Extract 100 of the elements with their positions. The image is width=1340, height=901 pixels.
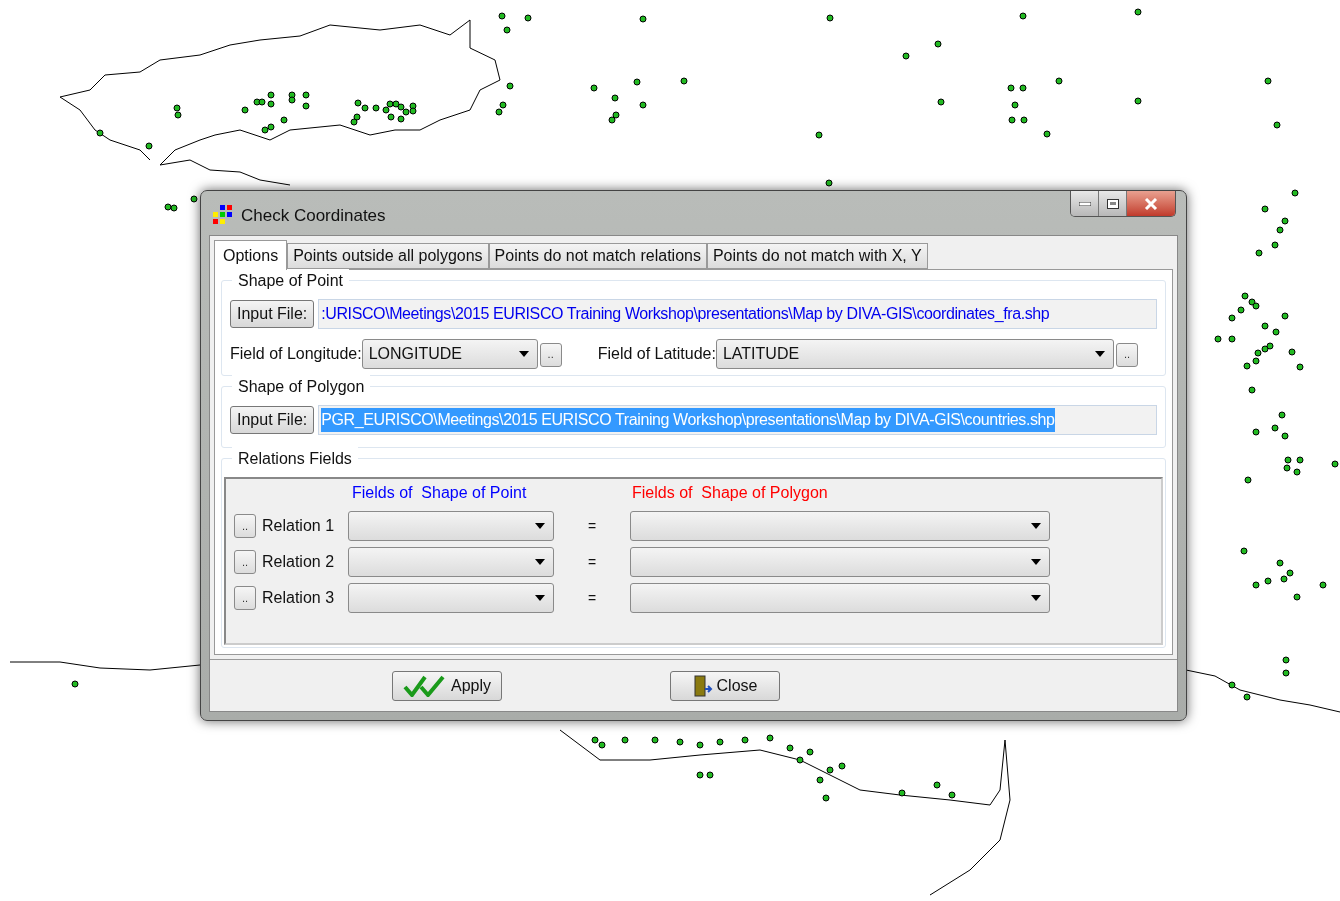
map-point-marker [503,26,511,34]
map-point-marker [633,78,641,86]
map-point-marker [1020,116,1028,124]
map-point-marker [898,789,906,797]
map-point-marker [696,741,704,749]
column-heading: Fields of Shape of Point [352,483,528,503]
map-point-marker [190,195,198,203]
map-point-marker [1261,322,1269,330]
map-point-marker [498,12,506,20]
map-point-marker [639,101,647,109]
map-point-marker [1255,249,1263,257]
column-heading: Fields of Shape of Polygon [632,483,828,503]
browse-button[interactable]: .. [539,342,562,367]
longitude-dropdown[interactable]: LONGITUDE [361,339,538,369]
dropdown-arrow-icon [518,351,529,357]
relation-label: Relation 1 [262,516,336,536]
map-point-marker [1011,101,1019,109]
minimize-icon [1078,201,1091,206]
map-point-marker [934,40,942,48]
map-point-marker [1291,189,1299,197]
map-point-marker [1008,116,1016,124]
map-point-marker [1248,386,1256,394]
map-point-marker [1055,77,1063,85]
map-point-marker [786,744,794,752]
map-point-marker [1134,97,1142,105]
door-icon [692,674,713,697]
map-point-marker [639,15,647,23]
point-field-dropdown[interactable] [348,583,554,613]
dropdown-arrow-icon [1094,351,1105,357]
dropdown-arrow-icon [535,595,545,601]
map-point-marker [96,129,104,137]
tab[interactable]: Points do not match with X, Y [706,243,928,269]
map-point-marker [1271,424,1279,432]
dropdown-arrow-icon [1031,595,1041,601]
map-point-marker [145,142,153,150]
map-point-marker [1019,12,1027,20]
map-point-marker [1293,468,1301,476]
map-point-marker [241,106,249,114]
input-file-button[interactable]: Input File: [230,300,315,328]
tab[interactable]: Options [214,240,288,270]
map-point-marker [1240,547,1248,555]
tab[interactable]: Points outside all polygons [287,243,489,269]
map-point-marker [948,791,956,799]
equals-sign: = [586,552,598,572]
map-point-marker [1243,693,1251,701]
map-point-marker [1228,335,1236,343]
file-path-field[interactable]: :URISCO\Meetings\2015 EURISCO Training Workshop\presentations\Map by DIVA-GIS\coordinates_fra.shp [318,299,1157,329]
latitude-dropdown[interactable]: LATITUDE [715,339,1114,369]
polygon-field-dropdown[interactable] [630,547,1050,577]
map-point-marker [1019,84,1027,92]
browse-button[interactable]: .. [234,586,256,610]
map-point-marker [1244,476,1252,484]
map-point-marker [816,776,824,784]
map-point-marker [524,14,532,22]
window-title: Check Coordinates [241,205,386,227]
map-point-marker [696,771,704,779]
minimize-button[interactable] [1071,191,1099,216]
browse-button[interactable]: .. [1115,342,1138,367]
map-point-marker [1043,130,1051,138]
map-point-marker [1134,8,1142,16]
relation-label: Relation 3 [262,588,336,608]
tab[interactable]: Points do not match relations [488,243,707,269]
map-point-marker [1264,577,1272,585]
relation-label: Relation 2 [262,552,336,572]
input-file-button[interactable]: Input File: [230,406,315,434]
map-point-marker [1319,581,1327,589]
map-point-marker [1252,581,1260,589]
point-field-dropdown[interactable] [348,547,554,577]
polygon-field-dropdown[interactable] [630,511,1050,541]
map-point-marker [651,736,659,744]
map-point-marker [741,736,749,744]
close-dialog-button[interactable]: Close [670,670,780,701]
map-point-marker [1282,656,1290,664]
apply-button[interactable]: Apply [392,670,502,701]
point-field-dropdown[interactable] [348,511,554,541]
maximize-button[interactable] [1099,191,1127,216]
polygon-field-dropdown[interactable] [630,583,1050,613]
map-point-marker [1228,681,1236,689]
close-button[interactable] [1127,191,1175,216]
map-point-marker [766,734,774,742]
map-point-marker [815,131,823,139]
browse-button[interactable]: .. [234,514,256,538]
map-point-marker [621,736,629,744]
map-point-marker [706,771,714,779]
map-point-marker [1271,241,1279,249]
map-point-marker [826,766,834,774]
map-point-marker [822,794,830,802]
dropdown-arrow-icon [535,523,545,529]
map-point-marker [902,52,910,60]
map-point-marker [1007,84,1015,92]
map-point-marker [1276,559,1284,567]
map-point-marker [826,14,834,22]
map-point-marker [933,781,941,789]
browse-button[interactable]: .. [234,550,256,574]
maximize-icon [1106,198,1119,209]
map-point-marker [611,94,619,102]
map-point-marker [1273,121,1281,129]
close-icon [1144,197,1158,210]
map-point-marker [1296,456,1304,464]
dropdown-arrow-icon [1031,559,1041,565]
